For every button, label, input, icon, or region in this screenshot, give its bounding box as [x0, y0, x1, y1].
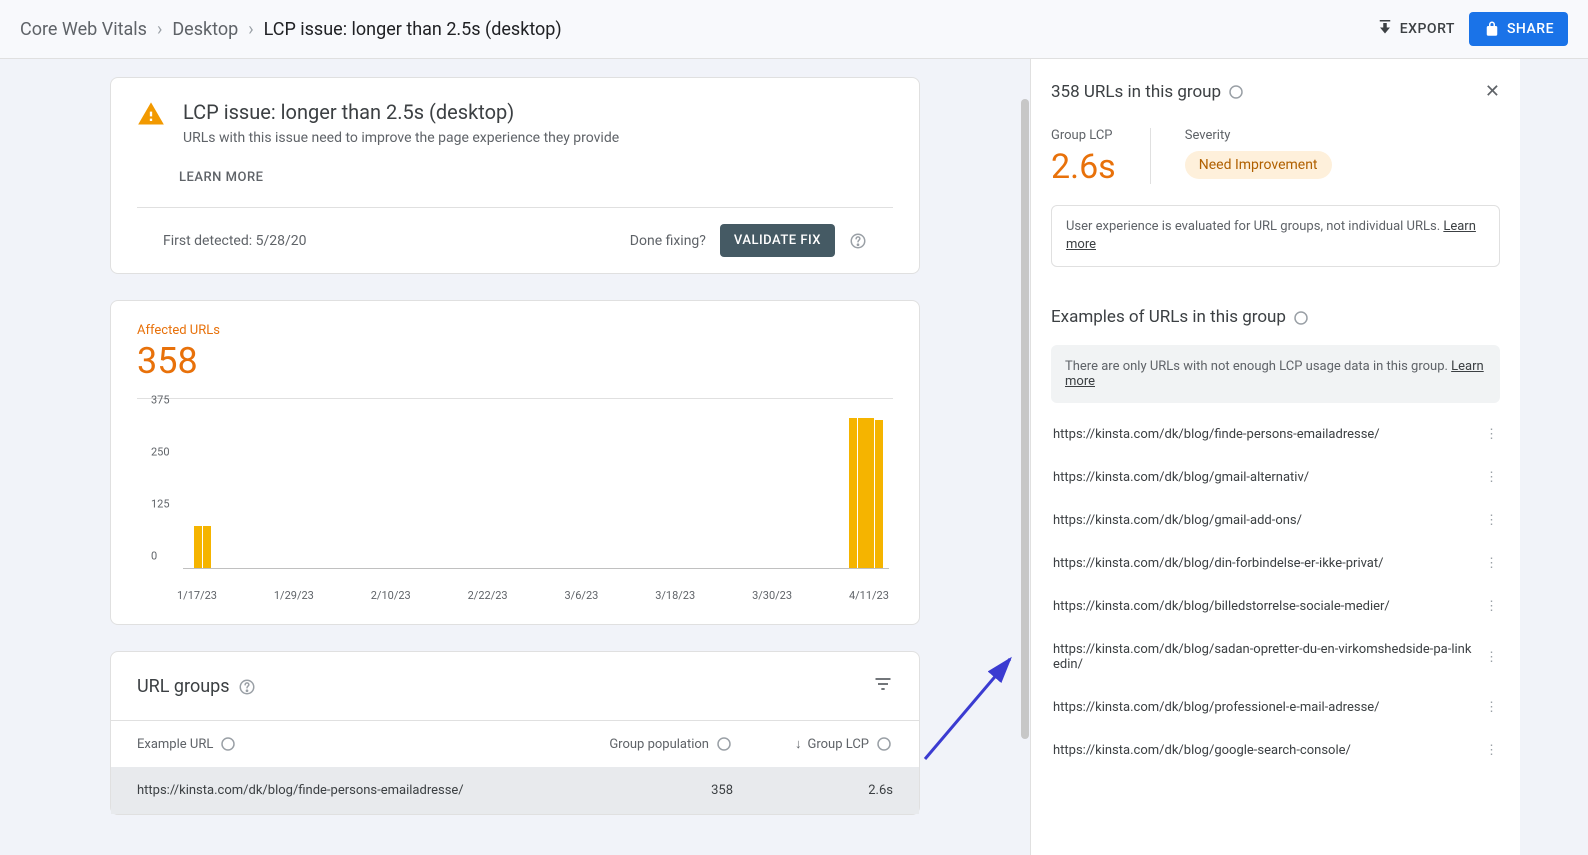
url-row[interactable]: https://kinsta.com/dk/blog/din-forbindel… [1051, 542, 1500, 585]
col-group-population[interactable]: Group population [609, 737, 709, 752]
issue-title: LCP issue: longer than 2.5s (desktop) [183, 100, 619, 124]
help-icon[interactable] [1227, 82, 1245, 102]
chevron-right-icon: › [157, 19, 162, 40]
url-groups-title: URL groups [137, 676, 256, 697]
learn-more-link[interactable]: LEARN MORE [179, 170, 893, 185]
affected-urls-count: 358 [137, 340, 893, 382]
more-icon[interactable]: ⋮ [1485, 743, 1498, 758]
url-text: https://kinsta.com/dk/blog/gmail-add-ons… [1053, 513, 1485, 528]
url-row[interactable]: https://kinsta.com/dk/blog/finde-persons… [1051, 413, 1500, 456]
issue-subtitle: URLs with this issue need to improve the… [183, 130, 619, 146]
url-text: https://kinsta.com/dk/blog/finde-persons… [1053, 427, 1485, 442]
breadcrumb-desktop[interactable]: Desktop [172, 19, 238, 40]
more-icon[interactable]: ⋮ [1485, 650, 1498, 665]
examples-title: Examples of URLs in this group [1051, 307, 1500, 327]
url-groups-card: URL groups Example URL Group population [110, 651, 920, 815]
annotation-arrow [915, 649, 1025, 769]
filter-icon[interactable] [873, 674, 893, 698]
url-row[interactable]: https://kinsta.com/dk/blog/google-search… [1051, 729, 1500, 772]
lock-icon [1483, 20, 1501, 38]
more-icon[interactable]: ⋮ [1485, 700, 1498, 715]
breadcrumb-current: LCP issue: longer than 2.5s (desktop) [264, 19, 562, 40]
severity-badge: Need Improvement [1185, 151, 1332, 179]
first-detected: First detected: 5/28/20 [163, 233, 307, 249]
url-row[interactable]: https://kinsta.com/dk/blog/professionel-… [1051, 686, 1500, 729]
url-text: https://kinsta.com/dk/blog/billedstorrel… [1053, 599, 1485, 614]
table-header: Example URL Group population ↓ Group LCP [111, 720, 919, 767]
row-pop: 358 [573, 783, 733, 798]
chevron-right-icon: › [248, 19, 253, 40]
download-icon [1376, 20, 1394, 38]
chart-bar[interactable] [849, 418, 857, 568]
url-text: https://kinsta.com/dk/blog/gmail-alterna… [1053, 470, 1485, 485]
url-text: https://kinsta.com/dk/blog/google-search… [1053, 743, 1485, 758]
x-tick: 3/18/23 [655, 589, 695, 602]
x-tick: 3/6/23 [565, 589, 599, 602]
close-icon[interactable]: ✕ [1485, 81, 1500, 102]
group-lcp-label: Group LCP [1051, 128, 1116, 143]
breadcrumb-core[interactable]: Core Web Vitals [20, 19, 147, 40]
col-example-url[interactable]: Example URL [137, 737, 213, 752]
url-text: https://kinsta.com/dk/blog/din-forbindel… [1053, 556, 1485, 571]
chart-bar[interactable] [875, 420, 883, 568]
x-tick: 4/11/23 [849, 589, 889, 602]
main-content: LCP issue: longer than 2.5s (desktop) UR… [0, 59, 1030, 855]
validate-fix-button[interactable]: VALIDATE FIX [720, 224, 835, 257]
more-icon[interactable]: ⋮ [1485, 427, 1498, 442]
url-row[interactable]: https://kinsta.com/dk/blog/gmail-alterna… [1051, 456, 1500, 499]
row-lcp: 2.6s [733, 783, 893, 798]
help-icon[interactable] [849, 232, 867, 250]
info-note: User experience is evaluated for URL gro… [1051, 205, 1500, 267]
chart-bar[interactable] [194, 526, 202, 568]
affected-urls-card: Affected URLs 358 0125250375 1/17/231/29… [110, 300, 920, 625]
help-icon[interactable] [219, 735, 237, 753]
issue-card: LCP issue: longer than 2.5s (desktop) UR… [110, 77, 920, 274]
x-tick: 1/17/23 [177, 589, 217, 602]
url-text: https://kinsta.com/dk/blog/sadan-oprette… [1053, 642, 1485, 672]
url-text: https://kinsta.com/dk/blog/professionel-… [1053, 700, 1485, 715]
data-note: There are only URLs with not enough LCP … [1051, 345, 1500, 403]
affected-urls-chart: 0125250375 1/17/231/29/232/10/232/22/233… [137, 398, 893, 602]
export-button[interactable]: EXPORT [1376, 20, 1455, 38]
affected-urls-label: Affected URLs [137, 323, 893, 338]
export-label: EXPORT [1400, 21, 1455, 37]
warning-icon [137, 100, 165, 146]
header-actions: EXPORT SHARE [1376, 12, 1568, 46]
done-fixing-label: Done fixing? [630, 233, 706, 249]
help-icon[interactable] [238, 676, 256, 697]
share-button[interactable]: SHARE [1469, 12, 1568, 46]
chart-bar[interactable] [203, 526, 211, 568]
url-row[interactable]: https://kinsta.com/dk/blog/gmail-add-ons… [1051, 499, 1500, 542]
arrow-down-icon: ↓ [795, 736, 802, 752]
header-bar: Core Web Vitals › Desktop › LCP issue: l… [0, 0, 1588, 59]
table-row[interactable]: https://kinsta.com/dk/blog/finde-persons… [111, 767, 919, 814]
help-icon[interactable] [715, 735, 733, 753]
col-group-lcp[interactable]: Group LCP [808, 737, 870, 752]
group-lcp-value: 2.6s [1051, 147, 1116, 187]
more-icon[interactable]: ⋮ [1485, 470, 1498, 485]
share-label: SHARE [1507, 21, 1554, 37]
severity-label: Severity [1185, 128, 1332, 143]
more-icon[interactable]: ⋮ [1485, 599, 1498, 614]
x-tick: 1/29/23 [274, 589, 314, 602]
chart-bar[interactable] [858, 418, 866, 568]
more-icon[interactable]: ⋮ [1485, 513, 1498, 528]
url-row[interactable]: https://kinsta.com/dk/blog/billedstorrel… [1051, 585, 1500, 628]
url-row[interactable]: https://kinsta.com/dk/blog/sadan-oprette… [1051, 628, 1500, 686]
row-url: https://kinsta.com/dk/blog/finde-persons… [137, 783, 573, 798]
x-tick: 2/10/23 [371, 589, 411, 602]
scrollbar[interactable] [1021, 99, 1029, 739]
chart-bar[interactable] [866, 418, 874, 568]
more-icon[interactable]: ⋮ [1485, 556, 1498, 571]
url-list: https://kinsta.com/dk/blog/finde-persons… [1051, 413, 1500, 772]
help-icon[interactable] [1292, 307, 1310, 327]
x-tick: 2/22/23 [468, 589, 508, 602]
details-panel: 358 URLs in this group ✕ Group LCP 2.6s … [1030, 59, 1520, 855]
panel-title: 358 URLs in this group [1051, 82, 1245, 102]
help-icon[interactable] [875, 735, 893, 753]
breadcrumb: Core Web Vitals › Desktop › LCP issue: l… [20, 19, 562, 40]
x-tick: 3/30/23 [752, 589, 792, 602]
